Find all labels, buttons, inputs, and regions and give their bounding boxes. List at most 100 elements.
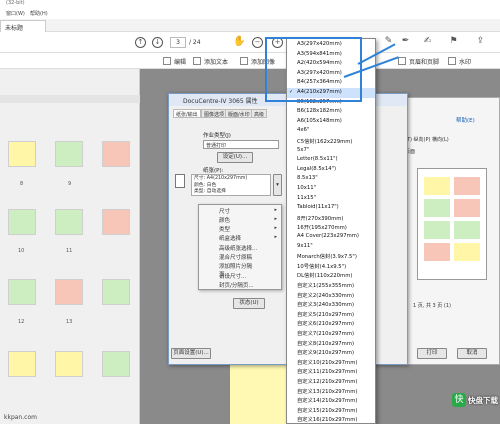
paper-size-label: Legal(8.5x14") — [297, 165, 337, 172]
paper-size-option[interactable]: 16开(195x270mm) — [287, 222, 375, 232]
paper-size-option[interactable]: A6(105x148mm) — [287, 117, 375, 127]
job-type-select[interactable]: 普通打印 — [203, 140, 279, 149]
help-link[interactable]: 帮助(E) — [456, 116, 475, 124]
menu-help[interactable]: 帮助(H) — [30, 10, 48, 17]
print-button[interactable]: 打印 — [417, 348, 447, 359]
label-thumbnail[interactable] — [8, 351, 36, 377]
paper-size-option[interactable]: 自定义9(210x297mm) — [287, 347, 375, 357]
share-icon[interactable]: ⇪ — [475, 37, 486, 48]
paper-size-option[interactable]: 10x11" — [287, 184, 375, 194]
chevron-right-icon: ▸ — [274, 207, 277, 213]
preview-cell — [454, 199, 480, 217]
highlight-box — [265, 37, 362, 102]
paper-size-label: 4x6" — [297, 127, 310, 134]
paper-size-label: 自定义12(210x297mm) — [297, 379, 358, 385]
stamp-icon[interactable]: ⚑ — [448, 37, 459, 48]
label-thumbnail[interactable] — [55, 279, 83, 305]
tab-layout-watermark[interactable]: 版面/水印 — [225, 109, 253, 118]
sign-icon[interactable]: ✍ — [422, 37, 433, 48]
hand-tool-icon[interactable]: ✋ — [233, 37, 245, 48]
paper-size-label: 10x11" — [297, 185, 317, 191]
preview-cell — [424, 221, 450, 239]
paper-size-option[interactable]: 自定义16(210x297mm) — [287, 414, 375, 424]
paper-dropdown-button[interactable]: ▾ — [273, 174, 282, 196]
paper-size-label: Tabloid(11x17") — [297, 204, 339, 211]
paper-size-option[interactable]: 11x15" — [287, 194, 375, 204]
paper-size-option[interactable]: Tabloid(11x17") — [287, 203, 375, 213]
paper-size-option[interactable]: 自定义1(255x355mm) — [287, 280, 375, 290]
label-thumbnail[interactable] — [102, 351, 130, 377]
paper-size-option[interactable]: 自定义14(210x297mm) — [287, 395, 375, 405]
paper-type-line: 类型: 自动选择 — [194, 189, 226, 194]
edit-button[interactable]: 编辑 — [174, 57, 186, 66]
paper-size-line: 尺寸: A4(210x297mm) — [194, 176, 248, 181]
paper-size-label: 自定义5(210x297mm) — [297, 311, 355, 318]
label-thumbnail[interactable] — [8, 141, 36, 167]
chevron-right-icon: ▸ — [274, 234, 277, 240]
header-footer-button[interactable]: 页眉和页脚 — [409, 57, 439, 66]
status-button[interactable]: 状态(U) — [233, 298, 265, 309]
tab-advanced[interactable]: 高级 — [251, 109, 268, 118]
add-text-button[interactable]: 添加文本 — [204, 57, 228, 66]
paper-size-label: C5信封(162x229mm) — [297, 139, 353, 145]
label-thumbnail[interactable] — [102, 279, 130, 305]
menu-item-tray[interactable]: 纸盒选择 ▸ — [199, 232, 281, 242]
job-type-label: 作业类型(J) — [203, 133, 231, 139]
scroll-down-icon[interactable]: ↓ — [152, 37, 163, 48]
paper-size-option[interactable]: 自定义6(210x297mm) — [287, 318, 375, 328]
setup-button[interactable]: 设定(U)... — [217, 152, 253, 163]
paper-size-option[interactable]: 自定义11(210x297mm) — [287, 366, 375, 376]
label-thumbnail[interactable] — [8, 279, 36, 305]
pen-icon[interactable]: ✒ — [400, 37, 411, 48]
paper-size-option[interactable]: C5信封(162x229mm) — [287, 136, 375, 146]
paper-size-option[interactable]: Legal(8.5x14") — [287, 165, 375, 175]
paper-size-option[interactable]: 4x6" — [287, 126, 375, 136]
paper-size-option[interactable]: DL信封(110x220mm) — [287, 270, 375, 280]
tab-paper-output[interactable]: 纸张/输出 — [173, 109, 201, 118]
paper-size-option[interactable]: 9x11" — [287, 242, 375, 252]
label-thumbnail[interactable] — [8, 209, 36, 235]
paper-size-option[interactable]: Letter(8.5x11") — [287, 155, 375, 165]
paper-size-option[interactable]: 自定义13(210x297mm) — [287, 386, 375, 396]
print-preview — [417, 168, 487, 280]
paper-size-option[interactable]: 10号信封(4.1x9.5") — [287, 261, 375, 271]
paper-size-option[interactable]: 自定义3(240x330mm) — [287, 299, 375, 309]
paper-size-option[interactable]: 自定义12(210x297mm) — [287, 376, 375, 386]
paper-size-label: Letter(8.5x11") — [297, 156, 338, 163]
label-thumbnail[interactable] — [55, 141, 83, 167]
paper-size-option[interactable]: 自定义7(210x297mm) — [287, 328, 375, 338]
label-thumbnail[interactable] — [55, 209, 83, 235]
paper-size-option[interactable]: B6(128x182mm) — [287, 107, 375, 117]
paper-size-option[interactable]: 8开(270x390mm) — [287, 213, 375, 223]
thumbnail-number: 10 — [18, 248, 25, 254]
paper-size-label: 自定义16(210x297mm) — [297, 417, 358, 424]
preview-cell — [454, 243, 480, 261]
paper-size-option[interactable]: 5x7" — [287, 146, 375, 156]
paper-size-option[interactable]: 自定义2(240x330mm) — [287, 290, 375, 300]
paper-size-option[interactable]: 自定义5(210x297mm) — [287, 309, 375, 319]
cancel-button[interactable]: 取消 — [457, 348, 487, 359]
page-number-field[interactable]: 3 — [170, 37, 186, 48]
paper-size-option[interactable]: A4 Cover(223x297mm) — [287, 232, 375, 242]
tab-image-options[interactable]: 图像选项 — [201, 109, 228, 118]
menu-item-photo-separator[interactable]: 添加照片分隔页... — [199, 260, 281, 278]
menu-window[interactable]: 窗口(W) — [6, 10, 25, 17]
preview-cell — [454, 177, 480, 195]
paper-size-option[interactable]: 自定义10(210x297mm) — [287, 357, 375, 367]
paper-size-label: 自定义15(210x297mm) — [297, 407, 358, 414]
document-tab[interactable]: 未标题 — [0, 20, 46, 32]
page-setup-button[interactable]: 页面设置(U)... — [171, 348, 211, 359]
label-thumbnail[interactable] — [102, 209, 130, 235]
label-thumbnail[interactable] — [55, 351, 83, 377]
page-total: / 24 — [189, 39, 201, 46]
paper-size-option[interactable]: 自定义15(210x297mm) — [287, 405, 375, 415]
paper-size-option[interactable]: 8.5x13" — [287, 174, 375, 184]
paper-size-label: 自定义13(210x297mm) — [297, 388, 358, 395]
paper-size-option[interactable]: 自定义8(210x297mm) — [287, 338, 375, 348]
paper-size-option[interactable]: Monarch信封(3.9x7.5") — [287, 251, 375, 261]
label-thumbnail[interactable] — [102, 141, 130, 167]
menu-item-cover-pages[interactable]: 封页/分隔页... — [199, 279, 281, 289]
watermark-button[interactable]: 水印 — [459, 57, 471, 66]
scroll-up-icon[interactable]: ↑ — [135, 37, 146, 48]
zoom-out-icon[interactable]: − — [252, 37, 263, 48]
